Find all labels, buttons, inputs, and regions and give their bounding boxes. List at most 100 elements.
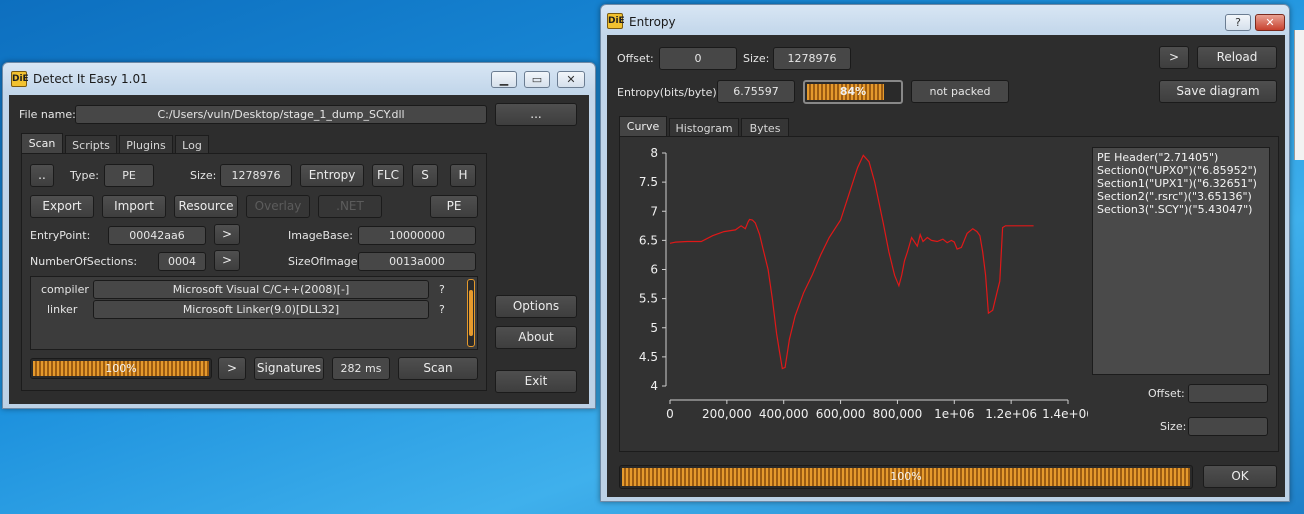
background-window-edge — [1294, 30, 1304, 160]
die-client: File name: C:/Users/vuln/Desktop/stage_1… — [9, 95, 589, 404]
results-scrollbar-thumb[interactable] — [469, 290, 473, 336]
section-item[interactable]: Section3(".SCY")("5.43047") — [1097, 203, 1252, 216]
sections-list: PE Header("2.71405") Section0("UPX0")("6… — [1092, 147, 1270, 375]
scan-arrow-button[interactable]: > — [218, 357, 246, 380]
about-button[interactable]: About — [495, 326, 577, 349]
desktop: { "die": { "title": "Detect It Easy 1.01… — [0, 0, 1304, 514]
tab-scripts[interactable]: Scripts — [65, 135, 117, 155]
s-button[interactable]: S — [412, 164, 438, 187]
section-item[interactable]: PE Header("2.71405") — [1097, 151, 1218, 164]
packed-status: not packed — [911, 80, 1009, 103]
result-info-compiler[interactable]: ? — [439, 283, 445, 296]
entrypoint-label: EntryPoint: — [30, 229, 91, 242]
maximize-button[interactable]: ▭ — [524, 71, 550, 88]
scan-progress-bar: 100% — [30, 358, 212, 379]
y-tick-label: 8 — [650, 146, 658, 160]
tab-curve[interactable]: Curve — [619, 116, 667, 136]
minimize-button[interactable]: ▁ — [491, 71, 517, 88]
tab-bytes[interactable]: Bytes — [741, 118, 789, 138]
result-value-compiler[interactable]: Microsoft Visual C/C++(2008)[-] — [93, 280, 429, 299]
reload-button[interactable]: Reload — [1197, 46, 1277, 69]
die-titlebar[interactable]: DiE Detect It Easy 1.01 ▁ ▭ ✕ — [3, 63, 595, 91]
type-field[interactable]: PE — [104, 164, 154, 187]
section-item[interactable]: Section0("UPX0")("6.85952") — [1097, 164, 1257, 177]
offset-field[interactable]: 0 — [659, 47, 737, 70]
entropy-arrow-button[interactable]: > — [1159, 46, 1189, 69]
x-tick-label: 600,000 — [816, 407, 866, 421]
h-button[interactable]: H — [450, 164, 476, 187]
flc-button[interactable]: FLC — [372, 164, 404, 187]
size-field[interactable]: 1278976 — [220, 164, 292, 187]
y-tick-label: 6 — [650, 263, 658, 277]
y-tick-label: 6.5 — [639, 233, 658, 247]
file-name-field[interactable]: C:/Users/vuln/Desktop/stage_1_dump_SCY.d… — [75, 105, 487, 124]
scan-button[interactable]: Scan — [398, 357, 478, 380]
entropy-level-bar: 84% — [803, 80, 903, 104]
scan-progress-text: 100% — [105, 362, 137, 375]
y-tick-label: 5 — [650, 321, 658, 335]
entropy-client: Offset: 0 Size: 1278976 > Reload Entropy… — [607, 35, 1285, 497]
entropy-titlebar[interactable]: DiE Entropy ? ✕ — [601, 5, 1289, 33]
entropy-title: Entropy — [629, 15, 676, 29]
tab-log[interactable]: Log — [175, 135, 209, 155]
entropy-progress-text: 100% — [890, 470, 922, 483]
entropy-close-button[interactable]: ✕ — [1255, 14, 1285, 31]
export-button[interactable]: Export — [30, 195, 94, 218]
y-tick-label: 4.5 — [639, 350, 658, 364]
save-diagram-button[interactable]: Save diagram — [1159, 80, 1277, 103]
scan-panel: .. Type: PE Size: 1278976 Entropy FLC S … — [21, 153, 487, 391]
sections-arrow-button[interactable]: > — [214, 250, 240, 271]
section-offset-field[interactable] — [1188, 384, 1268, 403]
tab-scan[interactable]: Scan — [21, 133, 63, 153]
options-button[interactable]: Options — [495, 295, 577, 318]
entropy-size-field[interactable]: 1278976 — [773, 47, 851, 70]
x-tick-label: 200,000 — [702, 407, 752, 421]
scan-time-field: 282 ms — [332, 357, 390, 380]
result-info-linker[interactable]: ? — [439, 303, 445, 316]
ok-button[interactable]: OK — [1203, 465, 1277, 488]
signatures-button[interactable]: Signatures — [254, 357, 324, 380]
entropy-value-field: 6.75597 — [717, 80, 795, 103]
net-button[interactable]: .NET — [318, 195, 382, 218]
tab-plugins[interactable]: Plugins — [119, 135, 173, 155]
entropy-button[interactable]: Entropy — [300, 164, 364, 187]
entropy-app-icon: DiE — [607, 13, 625, 29]
result-value-linker[interactable]: Microsoft Linker(9.0)[DLL32] — [93, 300, 429, 319]
close-button[interactable]: ✕ — [557, 71, 585, 88]
section-size-field[interactable] — [1188, 417, 1268, 436]
section-item[interactable]: Section2(".rsrc")("3.65136") — [1097, 190, 1252, 203]
result-type-linker: linker — [47, 303, 78, 316]
entropy-progress-bar: 100% — [619, 465, 1193, 489]
y-tick-label: 7.5 — [639, 175, 658, 189]
browse-button[interactable]: ... — [495, 103, 577, 126]
file-name-label: File name: — [19, 108, 76, 121]
exit-button[interactable]: Exit — [495, 370, 577, 393]
entropy-curve-chart: 4 4.5 5 5.5 6 6.5 7 7.5 8 0 200,000 400,000 600,000 8… — [639, 146, 1088, 421]
result-type-compiler: compiler — [41, 283, 89, 296]
size-of-image-field[interactable]: 0013a000 — [358, 252, 476, 271]
x-tick-label: 1.2e+06 — [985, 407, 1037, 421]
entropy-value-label: Entropy(bits/byte): — [617, 86, 721, 99]
y-tick-label: 5.5 — [639, 292, 658, 306]
number-of-sections-label: NumberOfSections: — [30, 255, 138, 268]
x-tick-label: 1.4e+06 — [1042, 407, 1088, 421]
size-label: Size: — [190, 169, 217, 182]
entropy-window: DiE Entropy ? ✕ Offset: 0 Size: 1278976 … — [600, 4, 1290, 502]
number-of-sections-field[interactable]: 0004 — [158, 252, 206, 271]
tab-histogram[interactable]: Histogram — [669, 118, 739, 138]
resource-button[interactable]: Resource — [174, 195, 238, 218]
pe-button[interactable]: PE — [430, 195, 478, 218]
x-tick-label: 0 — [666, 407, 674, 421]
help-button[interactable]: ? — [1225, 14, 1251, 31]
die-app-icon: DiE — [11, 71, 29, 87]
section-offset-label: Offset: — [1148, 387, 1185, 400]
overlay-button[interactable]: Overlay — [246, 195, 310, 218]
entrypoint-arrow-button[interactable]: > — [214, 224, 240, 245]
import-button[interactable]: Import — [102, 195, 166, 218]
entrypoint-field[interactable]: 00042aa6 — [108, 226, 206, 245]
results-scrollbar[interactable] — [467, 279, 475, 347]
section-item[interactable]: Section1("UPX1")("6.32651") — [1097, 177, 1257, 190]
imagebase-label: ImageBase: — [288, 229, 353, 242]
imagebase-field[interactable]: 10000000 — [358, 226, 476, 245]
up-dir-button[interactable]: .. — [30, 164, 54, 187]
